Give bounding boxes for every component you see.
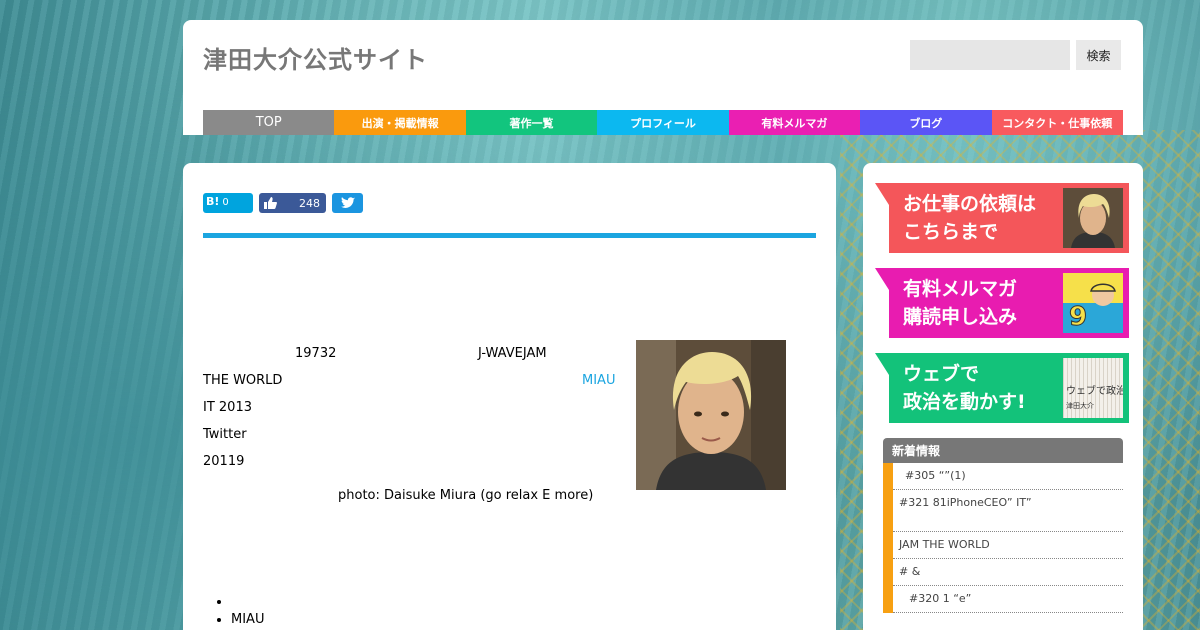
banner-line: 有料メルマガ xyxy=(903,278,1018,300)
site-title[interactable]: 津田大介公式サイト xyxy=(203,40,428,75)
newsletter-illustration: 9 xyxy=(1063,273,1123,333)
twitter-button[interactable] xyxy=(332,193,363,213)
list-item xyxy=(231,593,264,611)
thumbs-up-icon xyxy=(264,197,277,209)
banner-newsletter-subscribe[interactable]: 有料メルマガ 購読申し込み 9 xyxy=(875,268,1129,338)
article-line-2: THE WORLD MIAU xyxy=(203,367,623,394)
book-title: ウェブで政治 xyxy=(1066,386,1123,397)
search-button[interactable]: 検索 xyxy=(1076,40,1121,70)
facebook-count: 248 xyxy=(299,196,320,210)
portrait-thumbnail xyxy=(1063,188,1123,248)
nav-item-newsletter[interactable]: 有料メルマガ xyxy=(728,110,861,135)
nav-item-contact[interactable]: コンタクト・仕事依頼 xyxy=(991,110,1123,135)
search-input[interactable] xyxy=(910,40,1070,70)
nav-item-profile[interactable]: プロフィール xyxy=(597,110,729,135)
article-line-1: 19732 J-WAVEJAM xyxy=(203,340,623,367)
main-content: B! 0 248 19732 J-WAVEJAM THE WORLD MIAU I… xyxy=(183,163,836,630)
facebook-like-button[interactable]: 248 xyxy=(259,193,326,213)
nav-item-top[interactable]: TOP xyxy=(203,110,335,135)
news-heading: 新着情報 xyxy=(883,438,1123,463)
sidebar: お仕事の依頼は こちらまで 有料メルマガ 購読申し込み 9 ウェブで政治を動かす! … xyxy=(863,163,1143,630)
article-text: 19732 xyxy=(295,346,337,361)
svg-text:9: 9 xyxy=(1069,302,1087,332)
article-text: THE WORLD xyxy=(203,373,283,388)
banner-work-request[interactable]: お仕事の依頼は こちらまで xyxy=(875,183,1129,253)
news-list: #305 “”(1) #321 81iPhoneCEO” IT” JAM THE… xyxy=(883,463,1123,613)
book-author: 津田大介 xyxy=(1066,402,1094,410)
banner-line: お仕事の依頼は xyxy=(903,193,1037,215)
nav-item-books[interactable]: 著作一覧 xyxy=(465,110,598,135)
article-line-4: Twitter xyxy=(203,427,247,442)
banner-line: 購読申し込み xyxy=(903,306,1018,328)
banner-line: こちらまで xyxy=(903,221,999,243)
book-cover: ウェブで政治 津田大介 xyxy=(1063,358,1123,418)
nav-item-appearances[interactable]: 出演・掲載情報 xyxy=(334,110,466,135)
photo-credit: photo: Daisuke Miura (go relax E more) xyxy=(338,488,594,503)
article-divider xyxy=(203,233,816,238)
nav-item-blog[interactable]: ブログ xyxy=(860,110,992,135)
banner-line: 政治を動かす! xyxy=(903,391,1026,413)
article-text: J-WAVEJAM xyxy=(478,346,547,361)
news-section: 新着情報 #305 “”(1) #321 81iPhoneCEO” IT” JA… xyxy=(883,438,1123,613)
share-buttons: B! 0 248 xyxy=(203,193,363,213)
hatena-count: 0 xyxy=(222,197,229,208)
news-item[interactable]: # & xyxy=(893,559,1123,586)
hatena-bookmark-button[interactable]: B! 0 xyxy=(203,193,253,213)
news-item[interactable]: JAM THE WORLD xyxy=(893,532,1123,559)
banner-line: ウェブで xyxy=(903,363,980,385)
banner-book-promo[interactable]: ウェブで政治を動かす! ウェブで政治 津田大介 xyxy=(875,353,1129,423)
miau-link[interactable]: MIAU xyxy=(582,367,615,394)
global-nav: TOP 出演・掲載情報 著作一覧 プロフィール 有料メルマガ ブログ コンタクト… xyxy=(203,110,1123,135)
article-line-5: 20119 xyxy=(203,454,245,469)
site-header: 津田大介公式サイト 検索 TOP 出演・掲載情報 著作一覧 プロフィール 有料メ… xyxy=(183,20,1143,135)
news-item[interactable]: #320 1 “e” xyxy=(893,586,1123,613)
news-item[interactable]: #305 “”(1) xyxy=(893,463,1123,490)
article-bullet-list: MIAU xyxy=(231,593,264,629)
profile-photo xyxy=(636,340,786,490)
hatena-label: B! xyxy=(206,195,220,208)
twitter-bird-icon xyxy=(340,197,355,208)
list-item: MIAU xyxy=(231,611,264,629)
news-item[interactable]: #321 81iPhoneCEO” IT” xyxy=(893,490,1123,532)
article-line-3: IT 2013 xyxy=(203,400,252,415)
